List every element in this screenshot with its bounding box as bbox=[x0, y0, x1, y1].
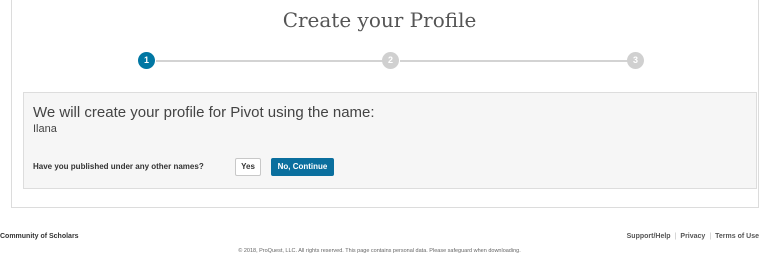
step-2-indicator: 2 bbox=[382, 52, 399, 69]
panel-heading: We will create your profile for Pivot us… bbox=[33, 104, 375, 121]
step-1-indicator: 1 bbox=[138, 52, 155, 69]
support-help-link[interactable]: Support/Help bbox=[627, 233, 671, 240]
other-names-question: Have you published under any other names… bbox=[33, 162, 204, 171]
copyright-notice: © 2018, ProQuest, LLC. All rights reserv… bbox=[238, 248, 521, 254]
no-continue-button[interactable]: No, Continue bbox=[271, 158, 334, 176]
terms-of-use-link[interactable]: Terms of Use bbox=[715, 233, 759, 240]
step-3-indicator: 3 bbox=[627, 52, 644, 69]
stepper-connector bbox=[400, 60, 628, 62]
page-title: Create your Profile bbox=[282, 8, 477, 32]
privacy-link[interactable]: Privacy bbox=[680, 233, 705, 240]
stepper-connector bbox=[156, 60, 384, 62]
footer-links: Support/Help | Privacy | Terms of Use bbox=[627, 233, 759, 240]
yes-button[interactable]: Yes bbox=[235, 158, 261, 176]
profile-name-panel: We will create your profile for Pivot us… bbox=[23, 92, 757, 189]
profile-name: Ilana bbox=[33, 123, 57, 135]
footer-divider: | bbox=[709, 233, 712, 240]
progress-stepper: 1 2 3 bbox=[138, 52, 644, 70]
footer-divider: | bbox=[674, 233, 677, 240]
community-of-scholars-link[interactable]: Community of Scholars bbox=[0, 233, 79, 240]
